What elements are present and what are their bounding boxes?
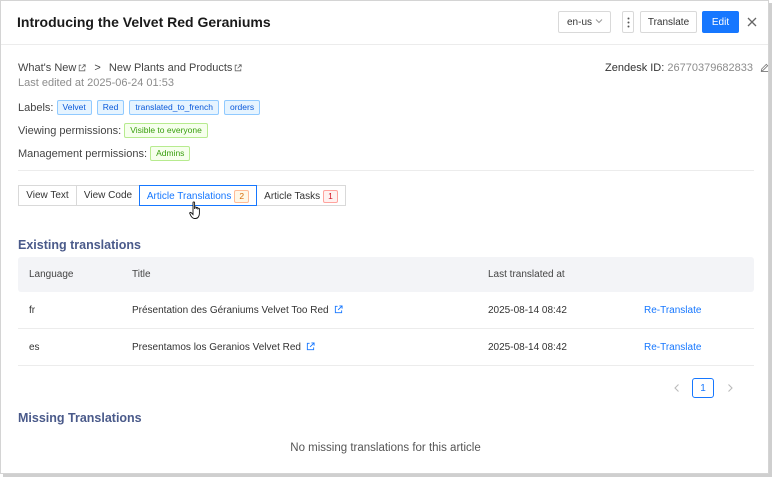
row-language: es	[29, 342, 40, 353]
tab-label: View Code	[83, 190, 133, 201]
existing-translations-title: Existing translations	[18, 238, 141, 252]
viewing-permissions-tag: Visible to everyone	[124, 123, 208, 138]
row-last-translated: 2025-08-14 08:42	[488, 305, 567, 316]
page-title: Introducing the Velvet Red Geraniums	[17, 14, 271, 30]
breadcrumb-item-whats-new[interactable]: What's New	[18, 62, 76, 74]
labels-label: Labels:	[18, 102, 54, 114]
missing-translations-title: Missing Translations	[18, 411, 142, 425]
labels-row: Labels: Velvet Red translated_to_french …	[18, 100, 262, 115]
breadcrumb: What's New > New Plants and Products	[18, 62, 243, 74]
tab-label: View Text	[26, 190, 69, 201]
zendesk-id: Zendesk ID: 26770379682833	[605, 62, 772, 74]
breadcrumb-item-new-plants[interactable]: New Plants and Products	[109, 62, 233, 74]
divider	[18, 170, 754, 171]
empty-state-message: No missing translations for this article	[290, 442, 481, 454]
edit-button[interactable]: Edit	[702, 11, 739, 33]
external-link-icon[interactable]	[334, 305, 343, 314]
external-link-icon[interactable]	[234, 64, 243, 72]
translations-table: Language Title Last translated at fr Pré…	[18, 257, 754, 366]
row-language: fr	[29, 305, 36, 316]
management-permissions-row: Management permissions: Admins	[18, 146, 192, 161]
row-title: Présentation des Géraniums Velvet Too Re…	[132, 305, 343, 316]
row-title-text: Presentamos los Geranios Velvet Red	[132, 342, 301, 353]
chevron-right-icon[interactable]	[725, 383, 735, 393]
language-select[interactable]: en-us	[558, 11, 611, 33]
viewing-permissions-label: Viewing permissions:	[18, 125, 122, 137]
hand-pointer-icon	[189, 201, 200, 219]
tab-count-badge: 1	[323, 190, 338, 203]
tab-label: Article Tasks	[264, 191, 321, 202]
management-permissions-label: Management permissions:	[18, 148, 148, 160]
pencil-icon[interactable]	[760, 63, 769, 72]
close-icon[interactable]	[746, 16, 758, 28]
label-tag: translated_to_french	[129, 100, 219, 115]
column-header-language: Language	[29, 269, 74, 280]
chevron-left-icon[interactable]	[672, 383, 682, 393]
article-modal: Introducing the Velvet Red Geraniums en-…	[0, 0, 769, 474]
breadcrumb-separator: >	[94, 62, 101, 74]
management-permissions-tag: Admins	[150, 146, 191, 161]
row-title: Presentamos los Geranios Velvet Red	[132, 342, 315, 353]
language-select-value: en-us	[567, 17, 593, 28]
zendesk-id-label: Zendesk ID:	[605, 62, 665, 74]
table-row: fr Présentation des Géraniums Velvet Too…	[18, 292, 754, 329]
chevron-down-icon	[595, 19, 603, 24]
label-tag: orders	[223, 100, 261, 115]
modal-header: Introducing the Velvet Red Geraniums en-…	[1, 1, 768, 45]
zendesk-id-value: 26770379682833	[667, 62, 754, 74]
vertical-dots-icon	[627, 17, 630, 28]
tab-article-tasks[interactable]: Article Tasks 1	[256, 185, 346, 206]
last-edited-text: Last edited at 2025-06-24 01:53	[18, 77, 174, 89]
more-options-button[interactable]	[622, 11, 634, 33]
tab-view-code[interactable]: View Code	[76, 185, 140, 206]
column-header-title: Title	[132, 269, 151, 280]
translate-button[interactable]: Translate	[640, 11, 697, 33]
row-title-text: Présentation des Géraniums Velvet Too Re…	[132, 305, 329, 316]
viewing-permissions-row: Viewing permissions: Visible to everyone	[18, 123, 210, 138]
external-link-icon[interactable]	[306, 342, 315, 351]
re-translate-link[interactable]: Re-Translate	[644, 342, 701, 353]
tab-count-badge: 2	[234, 190, 250, 203]
label-tag: Velvet	[56, 100, 92, 115]
tab-view-text[interactable]: View Text	[18, 185, 77, 206]
table-row: es Presentamos los Geranios Velvet Red 2…	[18, 329, 754, 366]
label-tag: Red	[96, 100, 125, 115]
re-translate-link[interactable]: Re-Translate	[644, 305, 701, 316]
column-header-last-translated: Last translated at	[488, 269, 565, 280]
row-last-translated: 2025-08-14 08:42	[488, 342, 567, 353]
table-header: Language Title Last translated at	[18, 257, 754, 292]
pagination-current-page[interactable]: 1	[692, 378, 714, 398]
external-link-icon[interactable]	[78, 64, 86, 72]
